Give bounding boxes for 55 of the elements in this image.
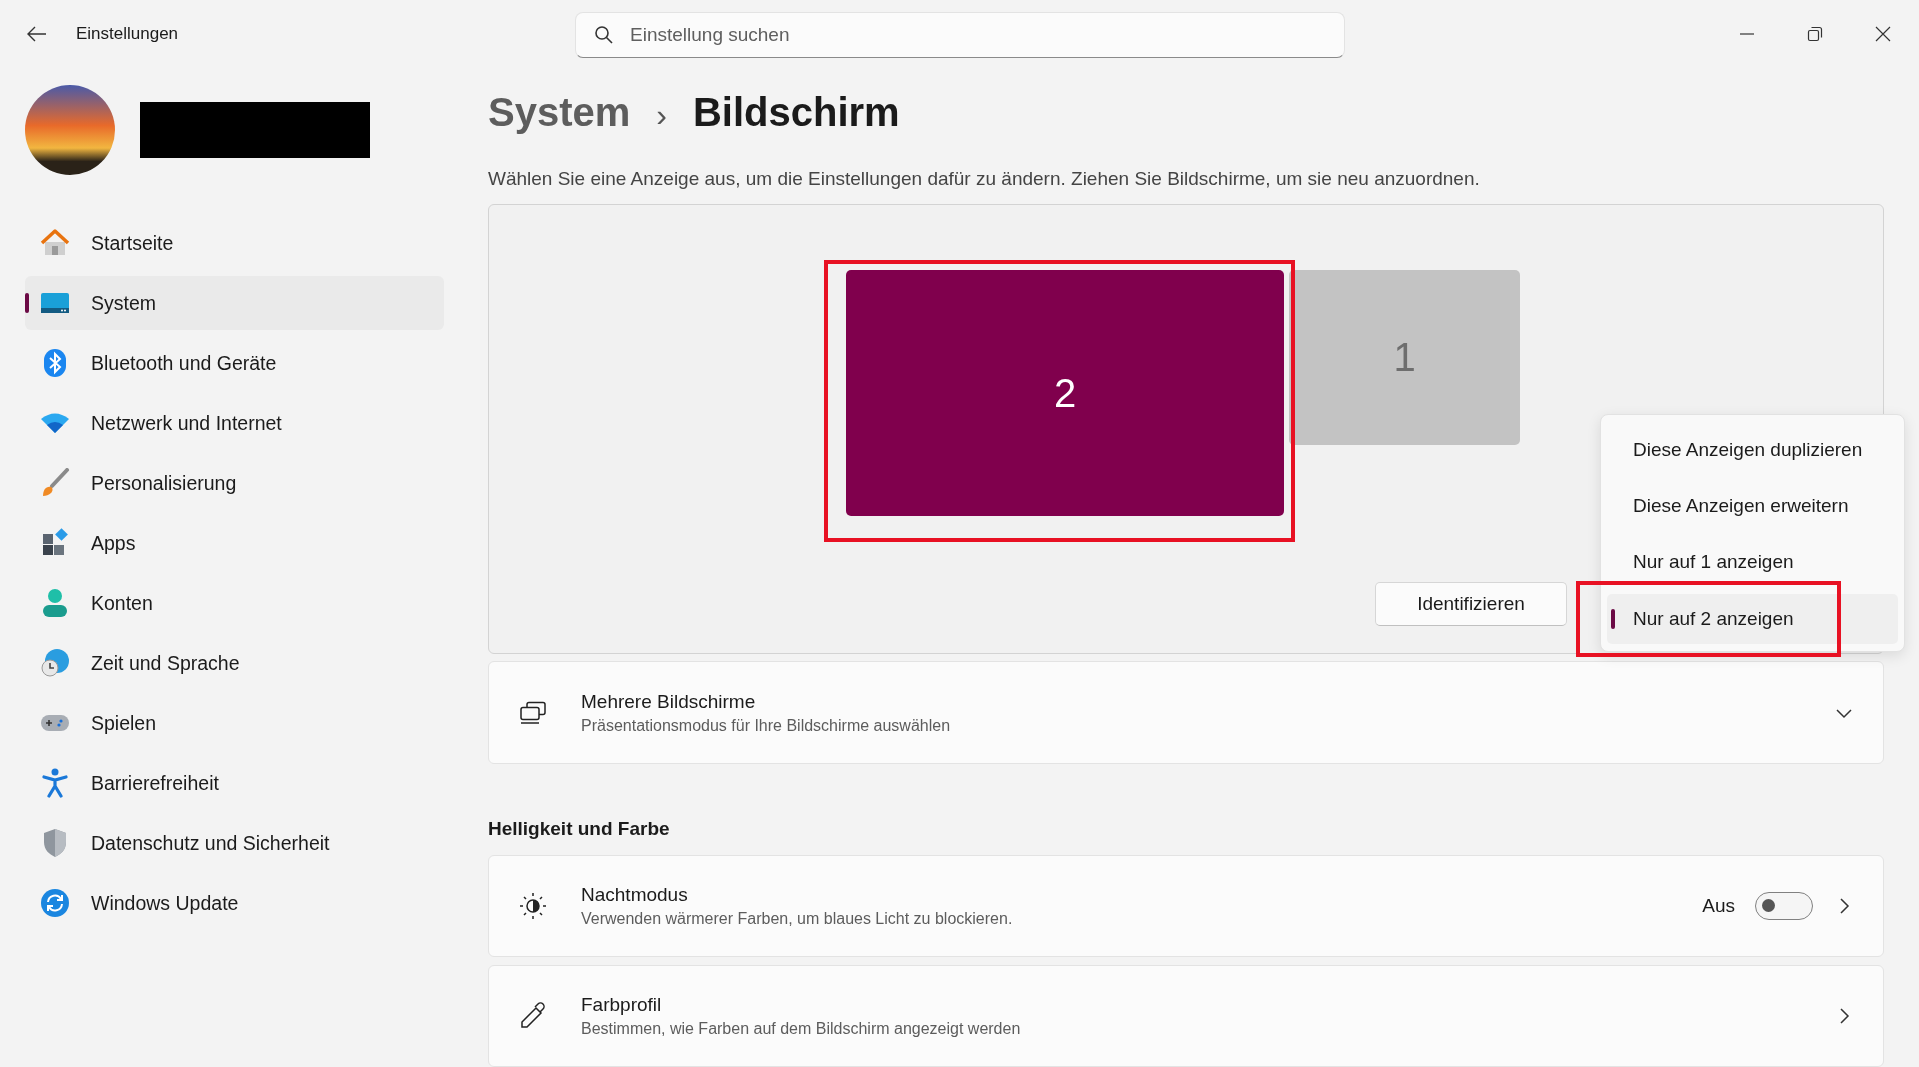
menu-item[interactable]: Nur auf 1 anzeigen	[1607, 544, 1898, 580]
accessibility-icon	[42, 768, 68, 798]
search-input[interactable]: Einstellung suchen	[628, 23, 1344, 47]
sidebar-item[interactable]: Bluetooth und Geräte	[25, 336, 444, 390]
apps-icon	[40, 528, 70, 558]
search-field[interactable]: Einstellung suchen	[575, 12, 1345, 58]
settings-card[interactable]: Farbprofil Bestimmen, wie Farben auf dem Bildschirm angezeigt werden	[488, 965, 1884, 1067]
menu-item[interactable]: Diese Anzeigen erweitern	[1607, 488, 1898, 524]
sidebar-item[interactable]: Netzwerk und Internet	[25, 396, 444, 450]
identify-button[interactable]: Identifizieren	[1375, 582, 1567, 626]
bluetooth-icon	[43, 348, 67, 378]
sidebar-item[interactable]: Apps	[25, 516, 444, 570]
gamepad-icon	[40, 712, 70, 734]
person-icon	[42, 588, 68, 618]
sidebar-item[interactable]: Datenschutz und Sicherheit	[25, 816, 444, 870]
sidebar-item[interactable]: Startseite	[25, 216, 444, 270]
sidebar-item[interactable]: Personalisierung	[25, 456, 444, 510]
search-icon	[594, 25, 614, 45]
shield-icon	[42, 828, 68, 858]
sidebar-item[interactable]: Spielen	[25, 696, 444, 750]
settings-card[interactable]: Nachtmodus Verwenden wärmerer Farben, um blaues Licht zu blockieren. Aus	[488, 855, 1884, 957]
page-title: Bildschirm	[692, 90, 900, 135]
sidebar-item[interactable]: System	[25, 276, 444, 330]
back-arrow-icon[interactable]	[27, 26, 47, 42]
description-text: Wählen Sie eine Anzeige aus, um die Einstellungen dafür zu ändern. Ziehen Sie Bildschirme, um sie neu anzuordnen.	[488, 167, 1481, 191]
section-heading: Helligkeit und Farbe	[488, 817, 671, 841]
breadcrumb-link[interactable]: System	[488, 90, 631, 135]
globe-clock-icon	[40, 648, 70, 678]
menu-item[interactable]: Nur auf 2 anzeigen	[1607, 594, 1898, 644]
card-title: Nachtmodus	[581, 884, 689, 906]
card-subtitle: Präsentationsmodus für Ihre Bildschirme auswählen	[581, 716, 952, 735]
sidebar-item[interactable]: Windows Update	[25, 876, 444, 930]
paintbrush-icon	[40, 468, 70, 498]
window-title: Einstellungen	[76, 24, 179, 44]
menu-item[interactable]: Diese Anzeigen duplizieren	[1607, 432, 1898, 468]
breadcrumb-separator: ›	[656, 97, 667, 134]
monitors-icon	[519, 700, 547, 725]
toggle-switch[interactable]	[1755, 892, 1813, 920]
restore-icon[interactable]	[1807, 26, 1823, 42]
card-subtitle: Bestimmen, wie Farben auf dem Bildschirm angezeigt werden	[581, 1020, 1022, 1038]
settings-card[interactable]: Mehrere Bildschirme Präsentationsmodus für Ihre Bildschirme auswählen	[488, 661, 1884, 764]
sync-icon	[40, 888, 70, 918]
house-icon	[40, 228, 70, 258]
monitor-icon	[40, 292, 70, 314]
display-tile[interactable]: 2	[846, 270, 1284, 516]
sun-moon-icon	[519, 892, 547, 920]
sidebar-item[interactable]: Barrierefreiheit	[25, 756, 444, 810]
sidebar-item[interactable]: Zeit und Sprache	[25, 636, 444, 690]
wifi-icon	[40, 412, 70, 434]
card-title: Mehrere Bildschirme	[581, 690, 757, 713]
close-icon[interactable]	[1875, 26, 1891, 42]
card-subtitle: Verwenden wärmerer Farben, um blaues Licht zu blockieren.	[581, 910, 1014, 928]
sidebar-item[interactable]: Konten	[25, 576, 444, 630]
card-title: Farbprofil	[581, 994, 663, 1016]
toggle-state-label: Aus	[1702, 895, 1735, 917]
